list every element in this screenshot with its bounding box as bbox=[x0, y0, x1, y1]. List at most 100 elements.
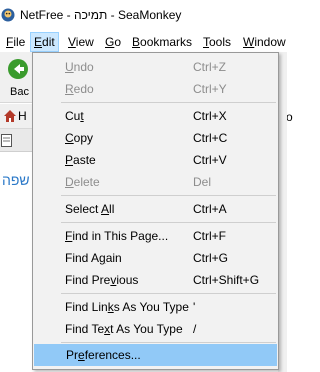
menu-go-rest: o bbox=[114, 35, 122, 49]
menu-item-find-in-page[interactable]: Find in This Page... Ctrl+F bbox=[33, 225, 278, 247]
label-mnemonic: P bbox=[65, 153, 74, 167]
menu-window[interactable]: Window bbox=[240, 33, 289, 51]
menu-view-mnemonic: V bbox=[68, 35, 76, 49]
label-pre: Find Lin bbox=[65, 300, 108, 314]
menu-item-label: Preferences... bbox=[66, 348, 141, 362]
page-content-text: שפה bbox=[2, 172, 30, 188]
label-mnemonic: R bbox=[65, 82, 74, 96]
menu-item-preferences[interactable]: Preferences... bbox=[34, 344, 277, 366]
menu-window-mnemonic: W bbox=[243, 35, 255, 49]
label-pre: Find Te bbox=[65, 322, 105, 336]
menu-item-cut[interactable]: Cut Ctrl+X bbox=[33, 105, 278, 127]
menu-item-shortcut: ' bbox=[193, 300, 196, 314]
menu-item-shortcut: Ctrl+X bbox=[193, 109, 227, 123]
menu-separator bbox=[61, 102, 276, 103]
menu-item-paste[interactable]: Paste Ctrl+V bbox=[33, 149, 278, 171]
label-post: edo bbox=[73, 82, 94, 96]
window-title: NetFree - תמיכה - SeaMonkey bbox=[20, 8, 182, 22]
label-post: ind in This Page... bbox=[72, 229, 169, 243]
label-pre: Cu bbox=[65, 109, 81, 123]
menu-item-label: Find Previous bbox=[65, 273, 138, 287]
label-mnemonic: D bbox=[65, 175, 74, 189]
menu-item-label: Find Again bbox=[65, 251, 122, 265]
menu-view[interactable]: View bbox=[65, 33, 97, 51]
menu-item-redo[interactable]: Redo Ctrl+Y bbox=[33, 78, 278, 100]
menu-file-rest: ile bbox=[13, 35, 26, 49]
label-post: ferences... bbox=[84, 348, 141, 362]
label-pre: Select bbox=[65, 202, 102, 216]
menu-item-shortcut: Ctrl+Z bbox=[193, 60, 226, 74]
menu-item-select-all[interactable]: Select All Ctrl+A bbox=[33, 198, 278, 220]
menu-item-label: Redo bbox=[65, 82, 94, 96]
back-button-label[interactable]: Bac bbox=[10, 86, 29, 98]
back-arrow-icon[interactable] bbox=[7, 58, 29, 80]
menu-edit-mnemonic: E bbox=[34, 35, 43, 49]
menu-view-rest: iew bbox=[75, 35, 94, 49]
home-button-label[interactable]: H bbox=[18, 109, 27, 123]
menu-tools-rest: ools bbox=[209, 35, 232, 49]
label-mnemonic: e bbox=[78, 348, 85, 362]
label-pre: Find Pre bbox=[65, 273, 111, 287]
menu-item-label: Undo bbox=[65, 60, 94, 74]
title-bar: NetFree - תמיכה - SeaMonkey bbox=[0, 0, 287, 30]
menu-tools[interactable]: Tools bbox=[200, 33, 234, 51]
label-mnemonic: A bbox=[101, 202, 110, 216]
label-pre: Find A bbox=[65, 251, 100, 265]
label-post: aste bbox=[73, 153, 96, 167]
menu-item-label: Find Links As You Type bbox=[65, 300, 189, 314]
scrollbar[interactable] bbox=[278, 52, 287, 372]
menu-item-shortcut: Ctrl+A bbox=[193, 202, 227, 216]
menu-bar: File Edit View Go Bookmarks Tools Window bbox=[0, 31, 287, 52]
document-icon[interactable] bbox=[1, 134, 12, 147]
label-post: ain bbox=[105, 251, 122, 265]
menu-item-delete[interactable]: Delete Del bbox=[33, 171, 278, 193]
menu-item-copy[interactable]: Copy Ctrl+C bbox=[33, 127, 278, 149]
menu-item-shortcut: Ctrl+V bbox=[193, 153, 227, 167]
menu-item-shortcut: Ctrl+Shift+G bbox=[193, 273, 260, 287]
menu-item-shortcut: / bbox=[193, 322, 197, 336]
menu-item-shortcut: Ctrl+C bbox=[193, 131, 228, 145]
menu-item-label: Paste bbox=[65, 153, 96, 167]
label-mnemonic: g bbox=[99, 251, 106, 265]
label-post: t As You Type bbox=[110, 322, 183, 336]
label-mnemonic: t bbox=[80, 109, 84, 123]
menu-edit[interactable]: Edit bbox=[30, 32, 59, 52]
menu-separator bbox=[61, 342, 276, 343]
label-post: ll bbox=[109, 202, 115, 216]
menu-item-label: Cut bbox=[65, 109, 84, 123]
label-post: elete bbox=[73, 175, 100, 189]
menu-file[interactable]: File bbox=[3, 33, 28, 51]
menu-item-find-previous[interactable]: Find Previous Ctrl+Shift+G bbox=[33, 269, 278, 291]
label-post: s As You Type bbox=[113, 300, 189, 314]
menu-item-label: Find in This Page... bbox=[65, 229, 168, 243]
menu-item-shortcut: Ctrl+F bbox=[193, 229, 226, 243]
menu-bookmarks[interactable]: Bookmarks bbox=[129, 33, 195, 51]
label-post: ious bbox=[116, 273, 139, 287]
menu-item-label: Delete bbox=[65, 175, 100, 189]
menu-separator bbox=[61, 293, 276, 294]
menu-item-find-links-as-you-type[interactable]: Find Links As You Type ' bbox=[33, 296, 278, 318]
label-post: opy bbox=[73, 131, 94, 145]
menu-bookmarks-mnemonic: B bbox=[132, 35, 141, 49]
label-mnemonic: C bbox=[65, 131, 74, 145]
menu-item-shortcut: Del bbox=[193, 175, 212, 189]
menu-item-label: Select All bbox=[65, 202, 114, 216]
menu-item-shortcut: Ctrl+Y bbox=[193, 82, 227, 96]
label-mnemonic: U bbox=[65, 60, 74, 74]
menu-item-undo[interactable]: Undo Ctrl+Z bbox=[33, 56, 278, 78]
edit-menu-dropdown: Undo Ctrl+Z Redo Ctrl+Y Cut Ctrl+X Copy … bbox=[32, 52, 279, 370]
menu-bookmarks-rest: ookmarks bbox=[140, 35, 193, 49]
menu-separator bbox=[61, 222, 276, 223]
menu-item-find-again[interactable]: Find Again Ctrl+G bbox=[33, 247, 278, 269]
label-post: ndo bbox=[73, 60, 94, 74]
menu-edit-rest: dit bbox=[42, 35, 55, 49]
menu-item-shortcut: Ctrl+G bbox=[193, 251, 229, 265]
menu-item-label: Copy bbox=[65, 131, 93, 145]
menu-separator bbox=[61, 195, 276, 196]
home-icon[interactable] bbox=[3, 109, 17, 123]
seamonkey-app-icon bbox=[1, 8, 15, 22]
menu-go[interactable]: Go bbox=[102, 33, 124, 51]
menu-item-find-text-as-you-type[interactable]: Find Text As You Type / bbox=[33, 318, 278, 340]
menu-go-mnemonic: G bbox=[105, 35, 115, 49]
menu-window-rest: indow bbox=[254, 35, 286, 49]
